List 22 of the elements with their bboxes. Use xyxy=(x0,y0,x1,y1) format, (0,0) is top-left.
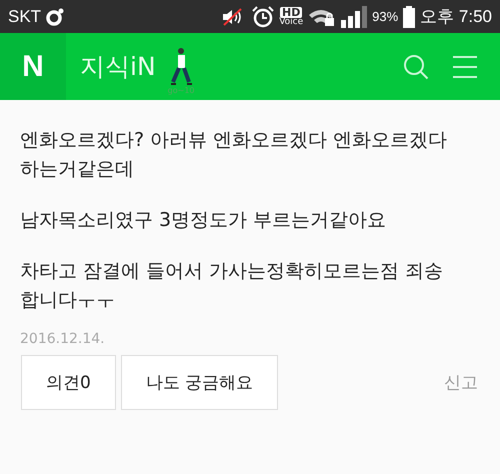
answer-paragraph: 차타고 잠결에 들어서 가사는정확히모르는점 죄송 합니다ㅜㅜ xyxy=(20,259,444,313)
comment-button[interactable]: 의견0 xyxy=(21,355,116,410)
walking-figure-icon xyxy=(169,46,194,86)
answer-paragraph: 남자목소리였구 3명정도가 부르는거같아요 xyxy=(20,208,388,233)
alarm-clock-icon xyxy=(252,6,274,28)
menu-icon[interactable] xyxy=(452,54,478,78)
report-link[interactable]: 신고 xyxy=(444,371,478,394)
battery-percent: 93% xyxy=(372,9,398,24)
post-date: 2016.12.14. xyxy=(19,331,106,347)
search-icon[interactable] xyxy=(402,52,430,80)
figure-caption: go~10 xyxy=(168,86,195,94)
signal-icon xyxy=(341,6,368,28)
hd-label: HD xyxy=(280,6,302,18)
clock-time: 오후 7:50 xyxy=(420,6,492,28)
naver-logo[interactable]: N xyxy=(0,33,66,100)
ring-icon xyxy=(46,8,64,26)
me-too-button[interactable]: 나도 궁금해요 xyxy=(120,355,278,410)
app-title[interactable]: 지식iN xyxy=(80,50,156,83)
battery-icon xyxy=(403,6,416,28)
carrier-name: SKT xyxy=(8,6,42,26)
answer-paragraph: 엔화오르겠다? 아러뷰 엔화오르겠다 엔화오르겠다 하는거같은데 xyxy=(20,128,448,182)
voice-label: Voice xyxy=(279,18,304,26)
